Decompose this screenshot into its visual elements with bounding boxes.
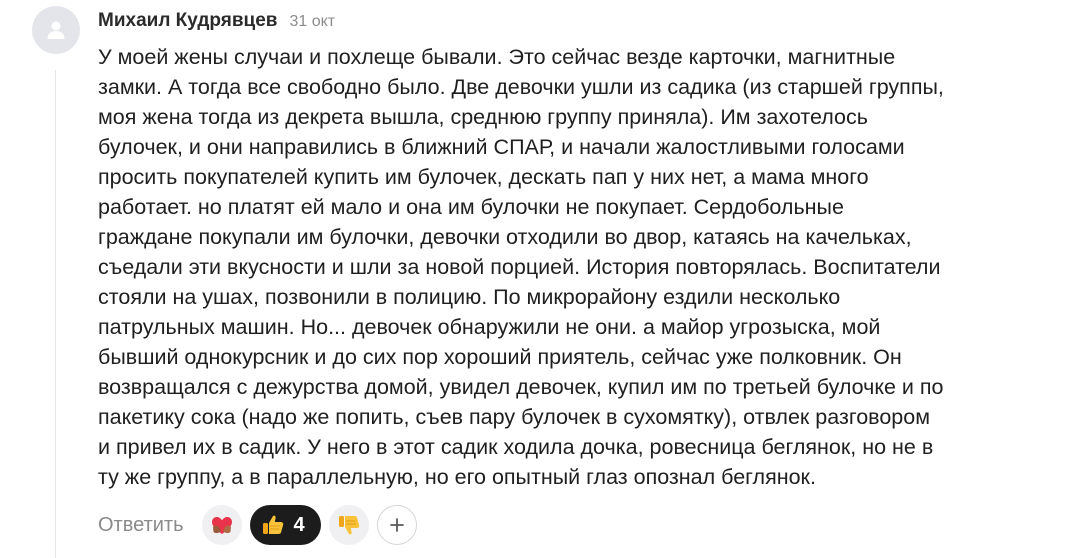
thumbs-down-emoji-icon	[338, 516, 359, 535]
comment-actions: Ответить 4	[98, 505, 417, 545]
thread-line	[55, 70, 56, 558]
comment-line: патрульных машин. Но... девочек обнаружи…	[98, 315, 881, 339]
avatar[interactable]	[32, 6, 80, 54]
comment-line: ту же группу, а в параллельную, но его о…	[98, 465, 816, 489]
comment-header: Михаил Кудрявцев 31 окт	[98, 10, 335, 32]
comment-line: возвращался с дежурства домой, увидел де…	[98, 375, 944, 399]
like-count: 4	[293, 513, 305, 536]
author-name[interactable]: Михаил Кудрявцев	[98, 10, 277, 32]
comment-line: граждане покупали им булочки, девочки от…	[98, 225, 912, 249]
comment-line: просить покупателей купить им булочек, д…	[98, 165, 869, 189]
comment-line: булочек, и они направились в ближний СПА…	[98, 135, 905, 159]
reaction-like-button[interactable]: 4	[249, 505, 321, 545]
user-placeholder-icon	[47, 21, 65, 39]
comment-text: У моей жены случаи и похлеще бывали. Это…	[98, 42, 1053, 492]
comment-line: работает. но платят ей мало и она им бул…	[98, 195, 844, 219]
comment-line: У моей жены случаи и похлеще бывали. Это…	[98, 45, 896, 69]
comment-line: пакетику сока (надо же попить, съев пару…	[98, 405, 930, 429]
comment-line: стояли на ушах, позвонили в полицию. По …	[98, 285, 841, 309]
plus-icon	[389, 518, 404, 532]
thumbs-up-emoji-icon	[262, 515, 283, 534]
comment-line: бывший однокурсник и до сих пор хороший …	[98, 345, 902, 369]
heart-hands-emoji-icon	[211, 517, 232, 534]
comment-line: съедали эти вкусности и шли за новой пор…	[98, 255, 941, 279]
reaction-heart-hands-button[interactable]	[201, 505, 242, 545]
comment-date: 31 окт	[289, 13, 336, 30]
reply-button[interactable]: Ответить	[98, 514, 184, 537]
comment-line: и привел их в садик. У него в этот садик…	[98, 435, 934, 459]
comment-line: замки. А тогда все свободно было. Две де…	[98, 75, 944, 99]
reaction-dislike-button[interactable]	[328, 505, 369, 545]
comment-line: моя жена тогда из декрета вышла, среднюю…	[98, 105, 868, 129]
add-reaction-button[interactable]	[376, 505, 417, 545]
